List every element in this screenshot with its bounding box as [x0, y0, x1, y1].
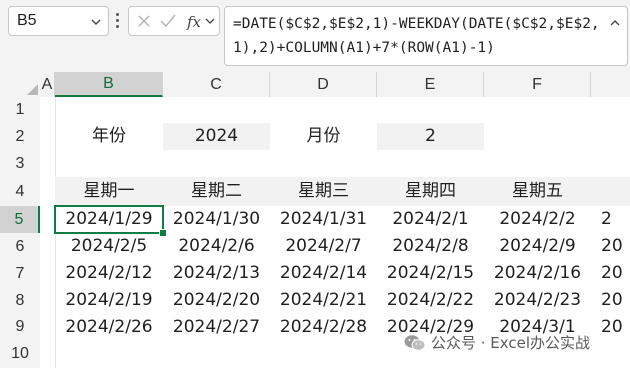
column-header-b[interactable]: B — [55, 72, 163, 97]
worksheet-grid[interactable]: 年份 2024 月份 2 星期一 星期二 星期三 星期四 星期五 2024/1/… — [40, 97, 630, 368]
date-cell[interactable]: 2024/2/13 — [163, 260, 270, 287]
date-cell[interactable]: 2024/2/22 — [377, 287, 484, 314]
fill-handle[interactable] — [159, 229, 167, 237]
row-header-2[interactable]: 2 — [0, 123, 40, 150]
date-cell-partial[interactable]: 20 — [591, 260, 630, 287]
formula-input[interactable]: =DATE($C$2,$E$2,1)-WEEKDAY(DATE($C$2,$E$… — [224, 6, 628, 66]
weekday-header-fri[interactable]: 星期五 — [484, 177, 591, 206]
date-cell[interactable]: 2024/2/5 — [55, 233, 163, 260]
date-cell[interactable]: 2024/2/20 — [163, 287, 270, 314]
date-cell-partial[interactable]: 20 — [591, 287, 630, 314]
formula-text[interactable]: =DATE($C$2,$E$2,1)-WEEKDAY(DATE($C$2,$E$… — [233, 12, 605, 60]
weekday-header-mon[interactable]: 星期一 — [55, 177, 163, 206]
cell-d2-month-label[interactable]: 月份 — [270, 123, 377, 150]
watermark-text: 公众号 · Excel办公实战 — [431, 334, 591, 352]
collapse-formula-bar-icon[interactable] — [609, 17, 621, 29]
row-header-5[interactable]: 5 — [0, 206, 40, 233]
name-box[interactable]: B5 — [8, 6, 109, 36]
column-headers: A B C D E F — [40, 72, 630, 97]
date-cell[interactable]: 2024/2/28 — [270, 314, 377, 340]
column-header-e[interactable]: E — [377, 72, 484, 97]
row-header-4[interactable]: 4 — [0, 177, 40, 206]
weekday-header-tue[interactable]: 星期二 — [163, 177, 270, 206]
row-header-3[interactable]: 3 — [0, 150, 40, 177]
name-box-value[interactable]: B5 — [17, 12, 37, 30]
date-cell[interactable]: 2024/2/8 — [377, 233, 484, 260]
watermark: 公众号 · Excel办公实战 — [404, 331, 590, 355]
chevron-down-icon[interactable] — [205, 18, 215, 24]
column-header-d[interactable]: D — [270, 72, 377, 97]
date-cell[interactable]: 2024/2/1 — [377, 206, 484, 233]
row-header-6[interactable]: 6 — [0, 233, 40, 260]
row-headers: 1 2 3 4 5 6 7 8 9 10 — [0, 97, 40, 368]
date-cell[interactable]: 2024/2/12 — [55, 260, 163, 287]
date-cell[interactable]: 2024/2/16 — [484, 260, 591, 287]
date-cell-partial[interactable]: 20 — [591, 233, 630, 260]
date-cell[interactable]: 2024/2/14 — [270, 260, 377, 287]
weekday-header-thu[interactable]: 星期四 — [377, 177, 484, 206]
date-cell[interactable]: 2024/2/6 — [163, 233, 270, 260]
date-cell[interactable]: 2024/2/27 — [163, 314, 270, 340]
select-all-triangle-icon — [27, 84, 38, 95]
date-cell[interactable]: 2024/2/15 — [377, 260, 484, 287]
chevron-down-icon[interactable] — [90, 16, 102, 28]
date-cell[interactable]: 2024/2/26 — [55, 314, 163, 340]
row-header-1[interactable]: 1 — [0, 97, 40, 123]
date-cell[interactable]: 2024/2/23 — [484, 287, 591, 314]
svg-text:fx: fx — [186, 13, 202, 31]
cancel-icon[interactable] — [138, 15, 150, 27]
cell-c2-year-value[interactable]: 2024 — [163, 123, 270, 150]
row-header-7[interactable]: 7 — [0, 260, 40, 287]
active-cell-b5[interactable] — [54, 205, 164, 234]
date-cell[interactable]: 2024/2/2 — [484, 206, 591, 233]
enter-check-icon[interactable] — [160, 14, 176, 28]
column-header-c[interactable]: C — [163, 72, 270, 97]
weekday-header-wed[interactable]: 星期三 — [270, 177, 377, 206]
cell-b2-year-label[interactable]: 年份 — [55, 123, 163, 150]
column-header-a[interactable]: A — [40, 72, 55, 97]
date-cell[interactable]: 2024/2/21 — [270, 287, 377, 314]
cell-e2-month-value[interactable]: 2 — [377, 123, 484, 150]
date-cell[interactable]: 2024/2/19 — [55, 287, 163, 314]
weekday-header-sat-partial[interactable] — [591, 177, 630, 206]
formula-actions: fx — [128, 6, 220, 36]
row-header-9[interactable]: 9 — [0, 314, 40, 340]
more-options-icon[interactable] — [116, 13, 120, 29]
insert-function-icon[interactable]: fx — [186, 13, 202, 31]
wechat-icon — [404, 335, 426, 351]
row-header-8[interactable]: 8 — [0, 287, 40, 314]
date-cell[interactable]: 2024/2/7 — [270, 233, 377, 260]
row-header-10[interactable]: 10 — [0, 340, 40, 368]
select-all-corner[interactable] — [0, 72, 40, 97]
date-cell-partial[interactable]: 20 — [591, 314, 630, 340]
date-cell-partial[interactable]: 2 — [591, 206, 630, 233]
date-cell[interactable]: 2024/1/30 — [163, 206, 270, 233]
date-cell[interactable]: 2024/2/9 — [484, 233, 591, 260]
column-header-f[interactable]: F — [484, 72, 591, 97]
date-cell[interactable]: 2024/1/31 — [270, 206, 377, 233]
formula-bar-area: B5 fx =DATE($C$2,$E$2,1)-WEEKDAY(DATE($C… — [0, 0, 630, 72]
